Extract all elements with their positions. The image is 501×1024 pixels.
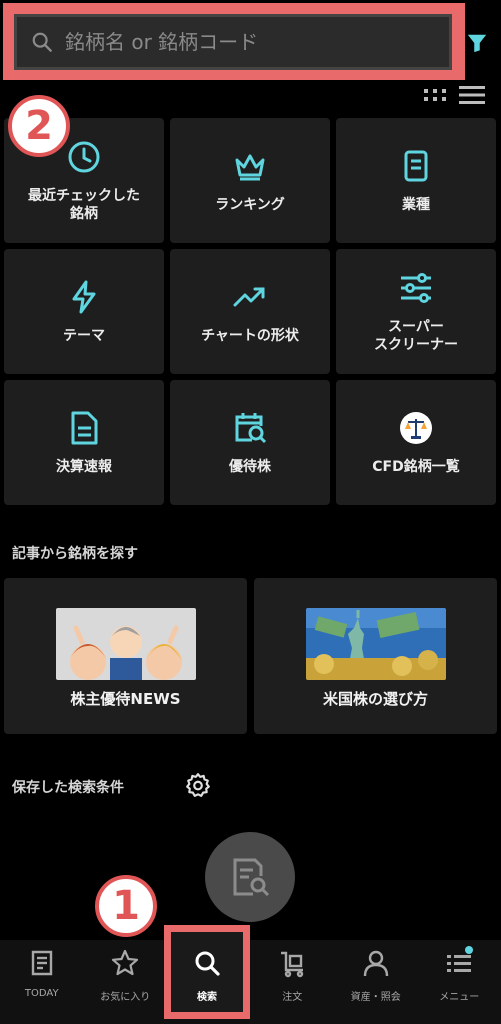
nav-assets[interactable]: 資産・照会 (334, 940, 418, 1024)
nav-order[interactable]: 注文 (251, 940, 335, 1024)
nav-label: お気に入り (100, 992, 151, 1003)
today-icon (31, 950, 52, 976)
nav-label: TODAY (24, 988, 59, 999)
lightning-icon (65, 278, 103, 316)
articles-section-title: 記事から銘柄を探す (12, 546, 138, 562)
tile-label: CFD銘柄一覧 (372, 458, 460, 475)
step-badge-2: 2 (8, 95, 70, 157)
gear-icon[interactable] (185, 772, 211, 798)
nav-favorites[interactable]: お気に入り (84, 940, 168, 1024)
tile-label: テーマ (63, 327, 105, 344)
search-input[interactable] (63, 29, 427, 55)
tile-industry[interactable]: 業種 (336, 118, 496, 243)
saved-search-title: 保存した検索条件 (12, 780, 124, 796)
document-search-icon (233, 858, 270, 897)
notification-dot (465, 946, 473, 954)
tile-chart-shape[interactable]: チャートの形状 (170, 249, 330, 374)
bottom-nav: TODAY お気に入り 検索 注文 資産・照会 (0, 940, 501, 1024)
cart-icon (281, 951, 304, 978)
nav-label: メニュー (439, 992, 480, 1003)
us-stocks-thumbnail (305, 608, 446, 680)
step-badge-1: 1 (95, 875, 157, 937)
star-icon (112, 949, 139, 976)
nav-search-overlay[interactable]: 検索 (171, 940, 243, 1012)
menu-grid: 最近チェックした 銘柄 ランキング 業種 テーマ チャートの形状 スーパー スク… (4, 118, 497, 505)
crown-icon (231, 147, 269, 185)
grid-view-icon[interactable] (423, 88, 449, 102)
tile-theme[interactable]: テーマ (4, 249, 164, 374)
scale-icon (397, 409, 435, 447)
tile-earnings[interactable]: 決算速報 (4, 380, 164, 505)
tile-label: 業種 (402, 196, 430, 213)
tile-label: 最近チェックした 銘柄 (28, 188, 140, 222)
trending-up-icon (231, 278, 269, 316)
article-list: 株主優待NEWS 米国株の選び方 (4, 578, 497, 734)
sliders-icon (397, 269, 435, 307)
document-icon (397, 147, 435, 185)
search-box[interactable] (14, 14, 452, 70)
tile-label: チャートの形状 (201, 327, 299, 344)
view-toggles (423, 84, 485, 106)
saved-search-fab[interactable] (205, 832, 295, 922)
list-view-icon[interactable] (459, 84, 485, 106)
search-screen: 最近チェックした 銘柄 ランキング 業種 テーマ チャートの形状 (0, 0, 501, 1024)
nav-label: 資産・照会 (350, 992, 401, 1003)
article-label: 米国株の選び方 (322, 690, 428, 708)
clock-icon (65, 138, 103, 176)
nav-label: 検索 (197, 992, 217, 1003)
search-icon (32, 32, 52, 52)
article-card-benefits-news[interactable]: 株主優待NEWS (4, 578, 247, 734)
tile-super-screener[interactable]: スーパー スクリーナー (336, 249, 496, 374)
tile-benefits[interactable]: 優待株 (170, 380, 330, 505)
benefits-news-thumbnail (55, 608, 196, 680)
tile-label: 優待株 (229, 458, 271, 475)
nav-menu[interactable]: メニュー (418, 940, 501, 1024)
tile-cfd[interactable]: CFD銘柄一覧 (336, 380, 496, 505)
person-icon (363, 950, 388, 977)
tile-label: ランキング (215, 196, 285, 213)
tile-label: 決算速報 (56, 458, 112, 475)
nav-today[interactable]: TODAY (0, 940, 84, 1024)
filter-icon[interactable] (466, 32, 488, 54)
report-icon (65, 409, 103, 447)
article-card-us-stocks[interactable]: 米国株の選び方 (254, 578, 497, 734)
search-icon (195, 951, 220, 976)
tile-label: スーパー スクリーナー (374, 319, 458, 353)
nav-label: 注文 (282, 992, 303, 1003)
calendar-search-icon (231, 409, 269, 447)
article-label: 株主優待NEWS (70, 690, 181, 708)
tile-ranking[interactable]: ランキング (170, 118, 330, 243)
